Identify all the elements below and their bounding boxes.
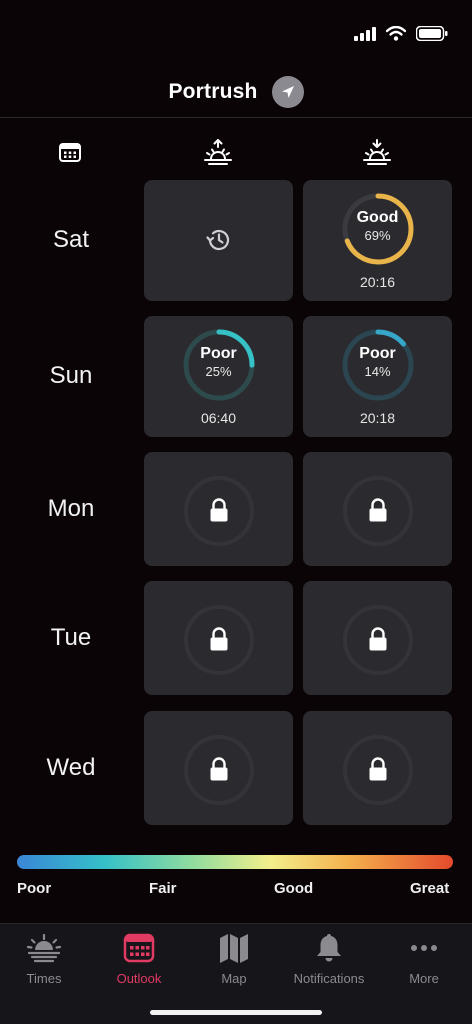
quality-percent: 14% — [364, 364, 391, 379]
quality-label: Good — [356, 209, 399, 226]
scale-label-poor: Poor — [17, 880, 52, 897]
lock-icon — [342, 476, 413, 546]
wed-sunrise-cell-locked[interactable] — [144, 711, 293, 825]
status-bar — [0, 0, 472, 60]
sunrise-column-header — [198, 136, 238, 168]
tab-label: More — [409, 971, 439, 986]
scale-label-good: Good — [274, 880, 314, 897]
tue-sunrise-cell-locked[interactable] — [144, 581, 293, 695]
sunset-time: 20:18 — [359, 410, 396, 426]
lock-icon — [183, 476, 254, 546]
scale-label-fair: Fair — [149, 880, 177, 897]
calendar-icon — [123, 933, 155, 963]
tab-label: Times — [26, 971, 62, 986]
sun-sunrise-cell[interactable]: Poor 25% 06:40 — [144, 316, 293, 437]
map-icon — [220, 934, 248, 963]
location-arrow-icon — [281, 86, 294, 98]
signal-icon — [354, 26, 376, 41]
mon-sunset-cell-locked[interactable] — [303, 452, 452, 566]
location-button[interactable] — [271, 76, 304, 108]
page-title: Portrush — [168, 80, 258, 103]
scale-label-great: Great — [410, 880, 450, 897]
sunset-icon — [363, 139, 391, 165]
home-indicator — [150, 1010, 322, 1015]
quality-label: Poor — [359, 345, 396, 362]
sunrise-icon — [26, 933, 62, 963]
ellipsis-icon — [411, 945, 437, 951]
lock-icon — [342, 735, 413, 805]
lock-icon — [183, 605, 254, 675]
history-icon — [205, 229, 229, 251]
tab-map[interactable]: Map — [187, 932, 281, 986]
quality-label: Poor — [200, 345, 237, 362]
quality-scale-bar — [17, 855, 453, 869]
sunrise-icon — [204, 139, 232, 165]
header: Portrush — [0, 70, 472, 114]
quality-percent: 69% — [364, 228, 391, 243]
tab-label: Outlook — [116, 971, 162, 986]
tab-outlook[interactable]: Outlook — [92, 932, 186, 986]
day-label-wed: Wed — [46, 754, 96, 781]
tue-sunset-cell-locked[interactable] — [303, 581, 452, 695]
mon-sunrise-cell-locked[interactable] — [144, 452, 293, 566]
lock-icon — [183, 735, 254, 805]
sunset-column-header — [357, 136, 397, 168]
wed-sunset-cell-locked[interactable] — [303, 711, 452, 825]
sunrise-time: 06:40 — [200, 410, 237, 426]
lock-icon — [342, 605, 413, 675]
tab-bar: Times Outlook Map Notifications More — [0, 923, 472, 1024]
tab-label: Notifications — [293, 971, 365, 986]
calendar-icon — [59, 143, 81, 162]
wifi-icon — [386, 26, 406, 41]
tab-label: Map — [221, 971, 247, 986]
sun-sunset-cell[interactable]: Poor 14% 20:18 — [303, 316, 452, 437]
quality-percent: 25% — [205, 364, 232, 379]
sat-sunrise-cell[interactable] — [144, 180, 293, 301]
day-label-tue: Tue — [50, 624, 92, 651]
sat-sunset-cell[interactable]: Good 69% 20:16 — [303, 180, 452, 301]
bell-icon — [317, 934, 341, 962]
calendar-column-header — [50, 136, 90, 168]
day-label-sun: Sun — [49, 362, 93, 389]
tab-notifications[interactable]: Notifications — [282, 932, 376, 986]
day-label-mon: Mon — [47, 495, 95, 522]
day-label-sat: Sat — [52, 226, 90, 253]
tab-times[interactable]: Times — [0, 932, 91, 986]
sunset-time: 20:16 — [359, 274, 396, 290]
tab-more[interactable]: More — [377, 932, 471, 986]
header-divider — [0, 117, 472, 118]
battery-icon — [416, 26, 448, 41]
